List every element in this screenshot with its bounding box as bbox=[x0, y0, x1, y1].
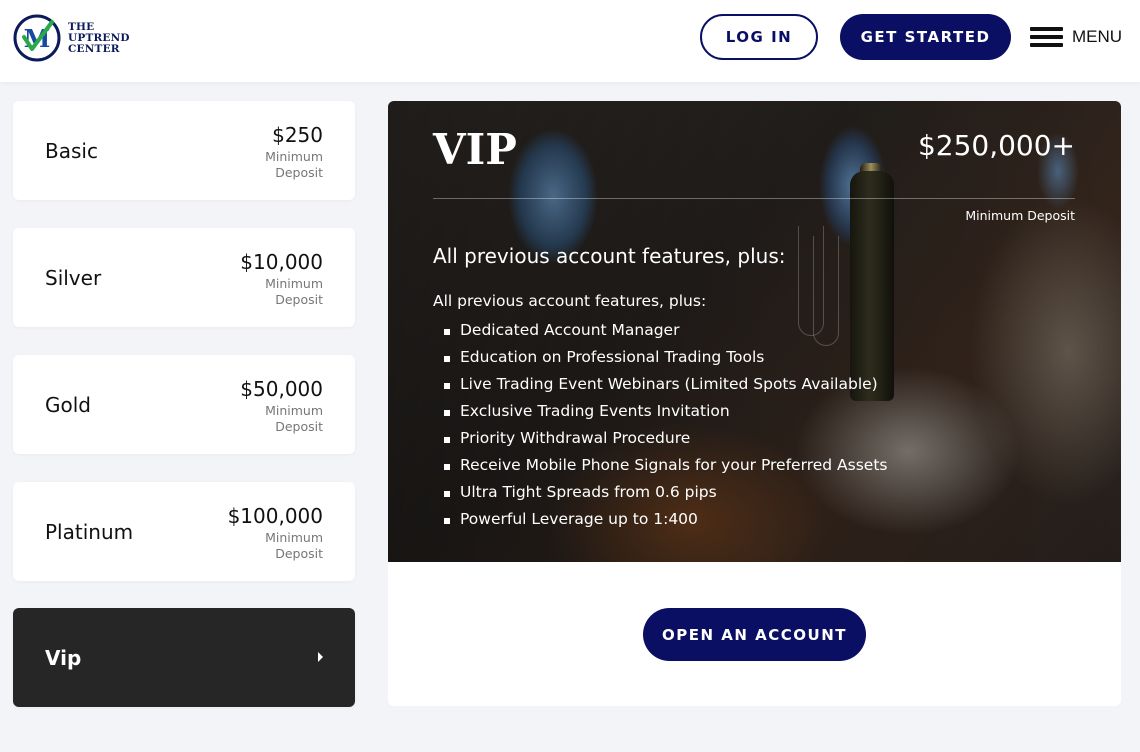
min-label-line: Deposit bbox=[275, 292, 323, 307]
plan-min-label: Minimum Deposit bbox=[240, 276, 323, 308]
logo-text: THE UPTREND CENTER bbox=[68, 20, 130, 55]
feature-item: Live Trading Event Webinars (Limited Spo… bbox=[433, 371, 887, 398]
plan-item-gold[interactable]: Gold $50,000 Minimum Deposit bbox=[13, 355, 355, 454]
vip-plan-card: VIP $250,000+ Minimum Deposit All previo… bbox=[388, 101, 1121, 706]
logo-text-line: CENTER bbox=[68, 42, 120, 55]
vip-title: VIP bbox=[433, 125, 517, 174]
feature-item: Powerful Leverage up to 1:400 bbox=[433, 506, 887, 533]
plan-price: $50,000 bbox=[240, 377, 323, 401]
plan-price: $250 bbox=[272, 123, 323, 147]
plan-item-silver[interactable]: Silver $10,000 Minimum Deposit bbox=[13, 228, 355, 327]
plan-price: $100,000 bbox=[227, 504, 323, 528]
plan-deposit: $10,000 Minimum Deposit bbox=[240, 250, 323, 308]
logo-text-line: THE bbox=[68, 20, 95, 33]
min-label-line: Minimum bbox=[265, 276, 323, 291]
plan-min-label: Minimum Deposit bbox=[228, 530, 323, 562]
hamburger-menu-icon bbox=[1030, 27, 1063, 47]
plan-deposit: $250 Minimum Deposit bbox=[265, 123, 323, 181]
feature-item: Ultra Tight Spreads from 0.6 pips bbox=[433, 479, 887, 506]
vip-price: $250,000+ bbox=[917, 129, 1075, 162]
min-label-line: Minimum bbox=[265, 403, 323, 418]
min-label-line: Minimum bbox=[265, 530, 323, 545]
menu-button[interactable]: MENU bbox=[1030, 27, 1122, 47]
feature-item: Receive Mobile Phone Signals for your Pr… bbox=[433, 452, 887, 479]
caret-right-icon bbox=[318, 652, 323, 662]
feature-item: Exclusive Trading Events Invitation bbox=[433, 398, 887, 425]
site-header: M THE UPTREND CENTER LOG IN GET STARTED … bbox=[0, 0, 1140, 82]
plan-deposit: $50,000 Minimum Deposit bbox=[240, 377, 323, 435]
min-label-line: Minimum bbox=[265, 149, 323, 164]
plan-min-label: Minimum Deposit bbox=[265, 149, 323, 181]
menu-label: MENU bbox=[1072, 27, 1123, 46]
plan-name: Vip bbox=[45, 645, 82, 670]
features-list: Dedicated Account Manager Education on P… bbox=[433, 317, 887, 533]
open-account-button[interactable]: OPEN AN ACCOUNT bbox=[643, 608, 866, 661]
vip-hero-image: VIP $250,000+ Minimum Deposit All previo… bbox=[388, 101, 1121, 562]
plan-item-basic[interactable]: Basic $250 Minimum Deposit bbox=[13, 101, 355, 200]
vip-subtitle: All previous account features, plus: bbox=[433, 244, 786, 268]
plan-item-platinum[interactable]: Platinum $100,000 Minimum Deposit bbox=[13, 482, 355, 581]
feature-item: Dedicated Account Manager bbox=[433, 317, 887, 344]
divider bbox=[433, 198, 1075, 199]
plan-price: $10,000 bbox=[240, 250, 323, 274]
min-label-line: Deposit bbox=[275, 419, 323, 434]
plan-name: Basic bbox=[45, 138, 98, 163]
logo-icon: M bbox=[13, 14, 61, 62]
plan-deposit: $100,000 Minimum Deposit bbox=[228, 504, 323, 562]
logo-text-line: UPTREND bbox=[68, 31, 130, 44]
plan-min-label: Minimum Deposit bbox=[240, 403, 323, 435]
feature-item: Priority Withdrawal Procedure bbox=[433, 425, 887, 452]
vip-min-deposit-label: Minimum Deposit bbox=[965, 208, 1075, 223]
plan-name: Platinum bbox=[45, 519, 134, 544]
get-started-button[interactable]: GET STARTED bbox=[840, 14, 1011, 60]
login-button[interactable]: LOG IN bbox=[700, 14, 818, 60]
min-label-line: Deposit bbox=[275, 165, 323, 180]
feature-item: Education on Professional Trading Tools bbox=[433, 344, 887, 371]
plan-item-vip[interactable]: Vip bbox=[13, 608, 355, 707]
min-label-line: Deposit bbox=[275, 546, 323, 561]
plan-name: Silver bbox=[45, 265, 102, 290]
brand-logo[interactable]: M THE UPTREND CENTER bbox=[12, 13, 130, 63]
plan-name: Gold bbox=[45, 392, 91, 417]
features-intro: All previous account features, plus: bbox=[433, 292, 707, 310]
